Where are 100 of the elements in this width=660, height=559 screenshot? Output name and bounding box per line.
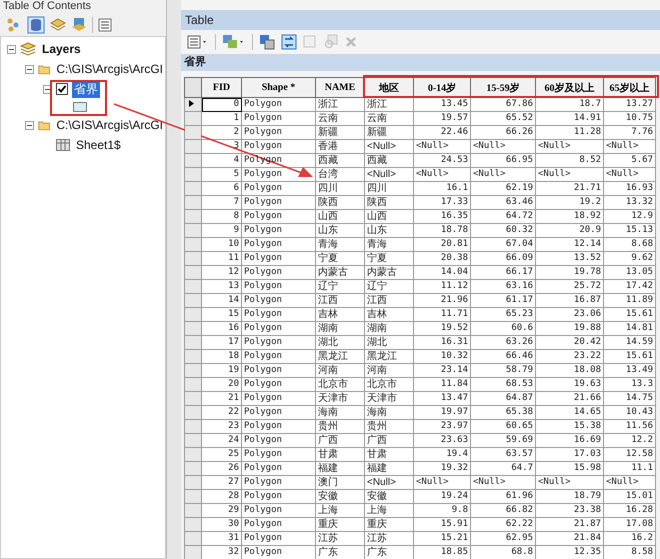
table-cell: 12.2 xyxy=(604,434,656,448)
switch-selection-icon[interactable] xyxy=(281,34,297,50)
table-cell: 澳门 xyxy=(316,476,364,490)
table-cell: 25 xyxy=(202,448,242,462)
table-cell: Polygon xyxy=(242,378,316,392)
table-cell: 60.65 xyxy=(470,420,536,434)
table-cell: 66.95 xyxy=(470,154,536,168)
column-header[interactable]: 15-59岁 xyxy=(470,78,536,98)
table-cell: 15 xyxy=(202,308,242,322)
table-cell: 19.63 xyxy=(536,378,604,392)
table-cell: Polygon xyxy=(242,490,316,504)
table-options-icon[interactable] xyxy=(187,35,209,49)
table-cell: 14.59 xyxy=(604,336,656,350)
table-cell: 13.49 xyxy=(604,364,656,378)
table-cell: 海南 xyxy=(364,406,414,420)
table-cell: Polygon xyxy=(242,364,316,378)
table-cell: 63.16 xyxy=(470,280,536,294)
table-cell: 安徽 xyxy=(364,490,414,504)
database-icon[interactable] xyxy=(27,16,45,34)
select-by-attributes-icon[interactable] xyxy=(259,34,275,50)
table-cell: 河南 xyxy=(364,364,414,378)
table-cell: 新疆 xyxy=(316,126,364,140)
table-cell: 19.2 xyxy=(536,196,604,210)
tree-item[interactable]: C:\GIS\Arcgis\ArcGI xyxy=(54,62,165,76)
folder-icon xyxy=(38,118,50,132)
column-header[interactable]: 65岁以上 xyxy=(604,78,656,98)
table-cell: 10 xyxy=(202,238,242,252)
table-cell: 宁夏 xyxy=(364,252,414,266)
table-cell: 67.04 xyxy=(470,238,536,252)
checkbox[interactable] xyxy=(56,83,68,95)
table-cell: 四川 xyxy=(316,182,364,196)
table-cell: 10.32 xyxy=(414,350,470,364)
column-header[interactable]: FID xyxy=(202,78,242,98)
expander-icon[interactable] xyxy=(25,64,34,74)
table-cell: 66.26 xyxy=(470,126,536,140)
column-header[interactable]: NAME xyxy=(316,78,364,98)
table-cell: 11.1 xyxy=(604,462,656,476)
table-cell: 62.22 xyxy=(470,518,536,532)
column-header[interactable]: Shape * xyxy=(242,78,316,98)
related-tables-icon[interactable] xyxy=(222,34,246,50)
table-cell: 62.19 xyxy=(470,182,536,196)
table-cell: 18.7 xyxy=(536,98,604,112)
table-cell: 63.46 xyxy=(470,196,536,210)
table-cell: 16.28 xyxy=(604,504,656,518)
table-cell: 11.56 xyxy=(604,420,656,434)
table-cell: <Null> xyxy=(364,168,414,182)
table-cell: 四川 xyxy=(364,182,414,196)
table-cell: 60.6 xyxy=(470,322,536,336)
table-cell: 贵州 xyxy=(364,420,414,434)
table-cell: 11.71 xyxy=(414,308,470,322)
table-cell: 19.52 xyxy=(414,322,470,336)
clear-selection-icon[interactable] xyxy=(303,35,317,49)
options-icon[interactable] xyxy=(98,18,112,32)
table-cell: 11.89 xyxy=(604,294,656,308)
layers-icon[interactable] xyxy=(50,17,66,33)
table-cell: Polygon xyxy=(242,98,316,112)
table-cell: Polygon xyxy=(242,308,316,322)
table-cell: 辽宁 xyxy=(364,280,414,294)
table-cell: 61.17 xyxy=(470,294,536,308)
table-cell: 9.8 xyxy=(414,504,470,518)
table-cell: 65.52 xyxy=(470,112,536,126)
column-header[interactable]: 0-14岁 xyxy=(414,78,470,98)
column-header[interactable]: 地区 xyxy=(364,78,414,98)
table-cell: <Null> xyxy=(470,140,536,154)
table-cell: 浙江 xyxy=(364,98,414,112)
table-cell: 65.38 xyxy=(470,406,536,420)
tree-item[interactable]: C:\GIS\Arcgis\ArcGI xyxy=(54,118,165,132)
table-cell: 1 xyxy=(202,112,242,126)
expander-icon[interactable] xyxy=(25,120,34,130)
table-cell: 20.81 xyxy=(414,238,470,252)
table-cell: 安徽 xyxy=(316,490,364,504)
column-header[interactable]: 60岁及以上 xyxy=(536,78,604,98)
table-cell: <Null> xyxy=(470,168,536,182)
table-cell: 广西 xyxy=(316,434,364,448)
row-selector[interactable] xyxy=(184,98,202,112)
zoom-to-selected-icon[interactable] xyxy=(323,34,339,50)
tree-item[interactable]: Sheet1$ xyxy=(74,138,123,152)
table-cell: 山西 xyxy=(316,210,364,224)
source-icon[interactable] xyxy=(71,17,87,33)
table-cell: 8 xyxy=(202,210,242,224)
tree-group-label[interactable]: Layers xyxy=(40,42,83,56)
table-cell: 20.9 xyxy=(536,224,604,238)
layers-icon xyxy=(20,42,36,56)
table-cell: Polygon xyxy=(242,196,316,210)
expander-icon[interactable] xyxy=(7,44,16,54)
table-cell: 26 xyxy=(202,462,242,476)
table-cell: 22 xyxy=(202,406,242,420)
table-cell: 66.82 xyxy=(470,504,536,518)
table-cell: 上海 xyxy=(364,504,414,518)
table-cell: 28 xyxy=(202,490,242,504)
table-cell: 江西 xyxy=(364,294,414,308)
table-cell: 23 xyxy=(202,420,242,434)
table-cell: 12.58 xyxy=(604,448,656,462)
table-tab[interactable]: 省界 xyxy=(181,54,660,71)
table-cell: 内蒙古 xyxy=(316,266,364,280)
table-cell: 湖南 xyxy=(364,322,414,336)
expander-icon[interactable] xyxy=(43,84,52,94)
delete-icon[interactable] xyxy=(345,36,357,48)
table-cell: 21.87 xyxy=(536,518,604,532)
table-cell: 67.86 xyxy=(470,98,536,112)
